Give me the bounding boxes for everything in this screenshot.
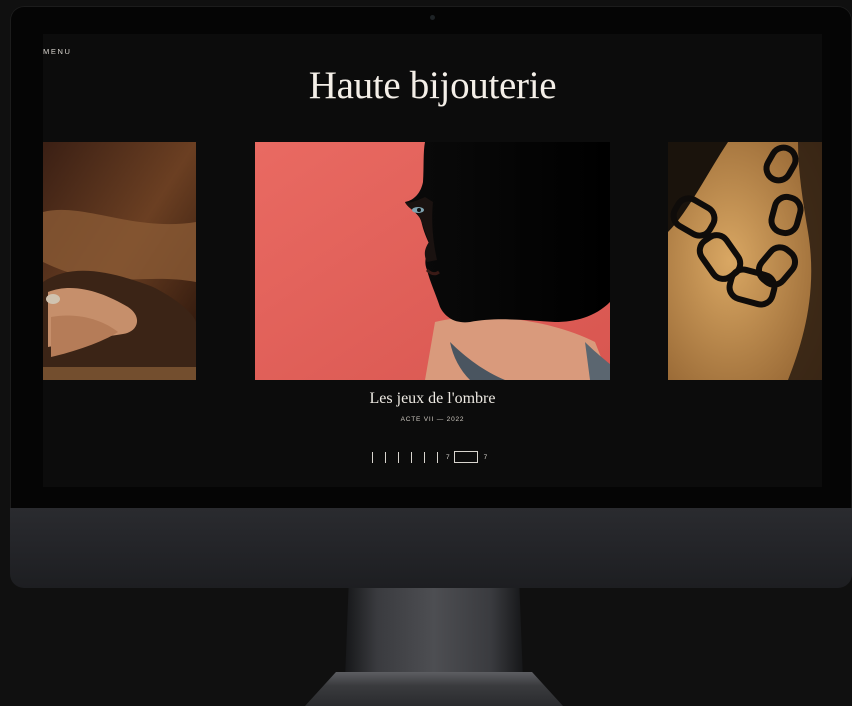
slide-image-chain-necklace[interactable] [668, 142, 822, 380]
monitor-chin [10, 508, 852, 588]
slide-image-woman-profile[interactable] [255, 142, 610, 380]
monitor-stand-foot [305, 672, 563, 706]
hands-photo [43, 142, 196, 380]
slide-caption-subtitle: ACTE VII — 2022 [400, 416, 465, 423]
chain-necklace-photo [668, 142, 822, 380]
slide-pager: 7 7 [372, 450, 491, 464]
pager-tick[interactable] [424, 451, 425, 463]
pager-tick[interactable] [411, 451, 412, 463]
pager-tick[interactable] [398, 451, 399, 463]
pager-active-indicator[interactable] [453, 451, 478, 463]
slide-image-hands[interactable] [43, 142, 196, 380]
pager-tick[interactable] [385, 451, 386, 463]
website-screen: MENU Haute bijouterie Les jeux de l'ombr… [43, 34, 822, 487]
page-title: Haute bijouterie [308, 64, 557, 107]
pager-total-number: 7 [483, 453, 488, 461]
camera-icon [430, 15, 435, 20]
woman-profile-photo [255, 142, 610, 380]
monitor-stand [345, 588, 523, 680]
pager-current-number: 7 [446, 453, 450, 461]
pager-tick[interactable] [372, 451, 373, 463]
slide-caption-title[interactable]: Les jeux de l'ombre [43, 390, 822, 408]
menu-button[interactable]: MENU [43, 47, 71, 56]
pager-tick[interactable] [437, 451, 438, 463]
